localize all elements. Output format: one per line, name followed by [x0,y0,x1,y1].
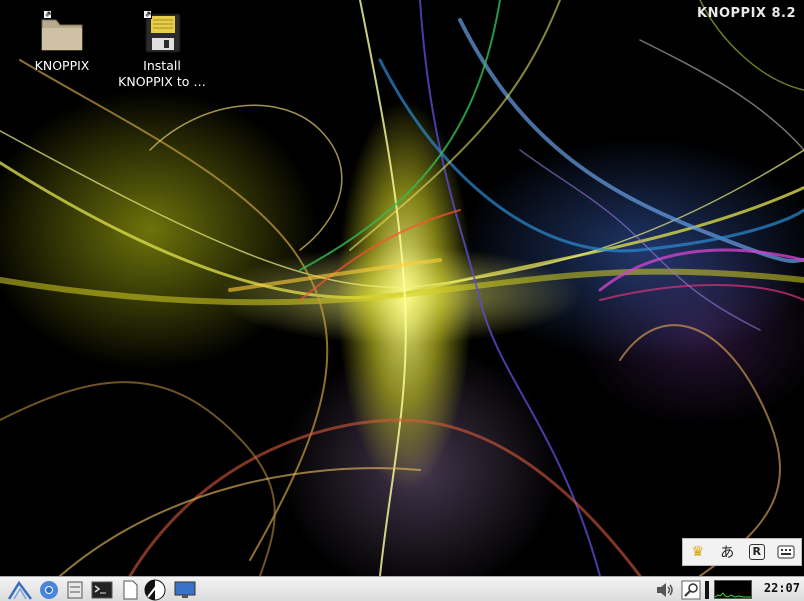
desktop-icon-knoppix[interactable]: ↗ KNOPPIX [7,10,117,74]
desktop-icon-label: KNOPPIX [34,58,90,73]
keyboard-icon[interactable] [775,541,797,563]
monitor-icon[interactable] [172,579,198,600]
desktop-icon-label-line1: Install [143,58,181,73]
tray-separator [704,579,710,600]
folder-icon: ↗ [38,10,86,56]
file-manager-icon[interactable] [64,579,86,600]
cpu-graph [714,580,752,599]
terminal-icon[interactable] [90,579,114,600]
taskbar: 22:07 [0,576,804,601]
knoppix-version-label: KNOPPIX 8.2 [697,6,796,21]
desktop-icon-install-knoppix[interactable]: ↗ Install KNOPPIX to … [107,10,217,90]
menu-icon[interactable] [6,579,34,600]
search-icon[interactable] [680,579,702,600]
chromium-icon[interactable] [38,579,60,600]
crown-icon[interactable]: ♛ [687,541,709,563]
r-icon-glyph: R [748,544,765,560]
floppy-disk-icon: ↗ [138,10,186,56]
shortcut-arrow-icon: ↗ [43,10,52,19]
knoppix-logo-icon[interactable] [144,579,166,600]
desktop-wallpaper: KNOPPIX 8.2 ↗ KNOPPIX ↗ Install KNOPPIX … [0,0,804,576]
hiragana-icon[interactable]: あ [716,541,738,563]
volume-icon[interactable] [654,579,676,600]
clock[interactable]: 22:07 [764,581,800,595]
shortcut-arrow-icon: ↗ [143,10,152,19]
r-icon[interactable]: R [746,541,768,563]
document-icon[interactable] [119,579,141,600]
desktop-icon-label-line2: KNOPPIX to … [118,74,206,89]
input-method-toolbar: ♛ あ R [682,538,802,566]
